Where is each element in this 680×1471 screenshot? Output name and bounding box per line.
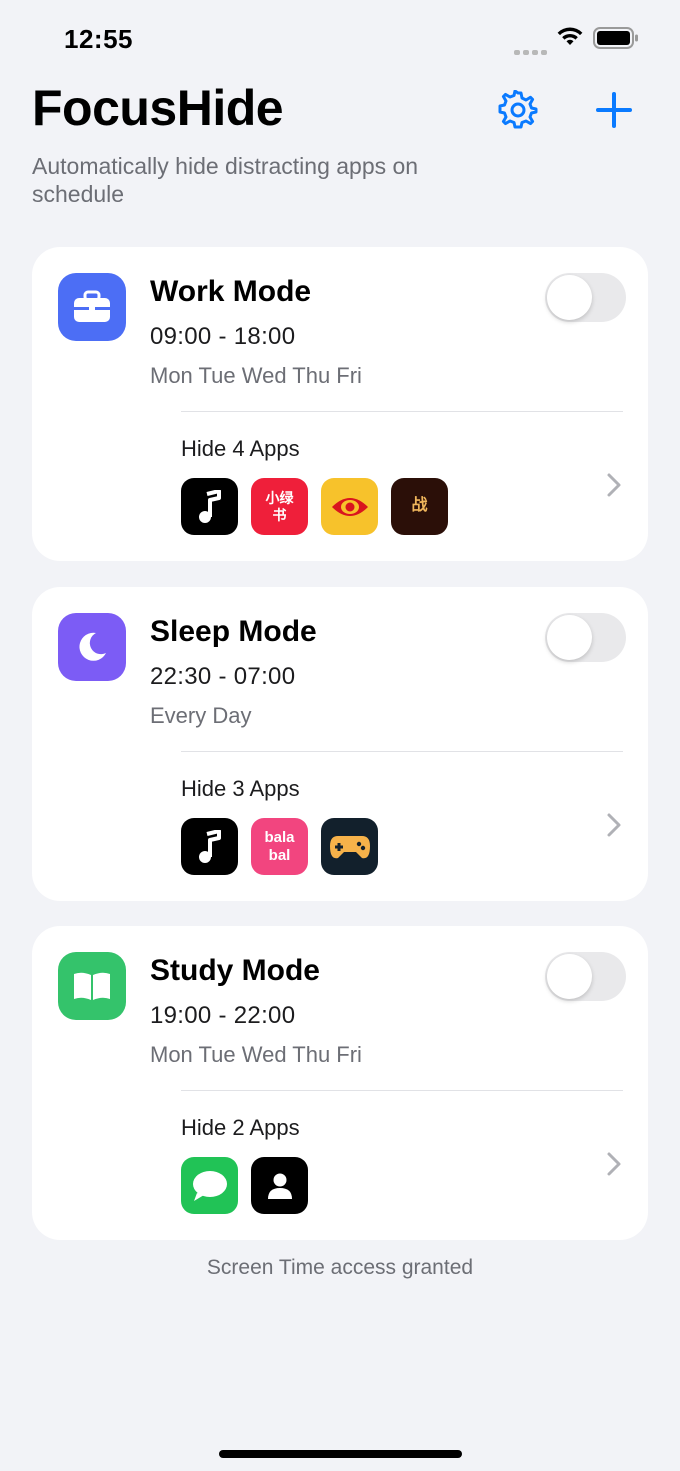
gamepad-icon bbox=[321, 818, 378, 875]
toggle-knob bbox=[547, 954, 592, 999]
moon-icon bbox=[58, 613, 126, 681]
status-time: 12:55 bbox=[64, 24, 133, 54]
app-title: FocusHide bbox=[32, 80, 284, 136]
plus-icon bbox=[596, 92, 632, 128]
mode-card-study: Study Mode 19:00 - 22:00 Mon Tue Wed Thu… bbox=[32, 926, 648, 1240]
music-note-icon bbox=[181, 478, 238, 535]
mode-name: Study Mode bbox=[150, 954, 320, 987]
zhan-icon: 战 bbox=[391, 478, 448, 535]
add-mode-button[interactable] bbox=[594, 90, 634, 130]
study-mode-hidden-apps-row[interactable]: Hide 2 Apps bbox=[32, 1091, 648, 1240]
hide-apps-label: Hide 4 Apps bbox=[181, 436, 300, 461]
gear-icon bbox=[498, 89, 538, 129]
wifi-icon bbox=[557, 27, 583, 45]
eye-icon bbox=[321, 478, 378, 535]
home-indicator[interactable] bbox=[219, 1450, 462, 1458]
mode-time: 09:00 - 18:00 bbox=[150, 323, 296, 350]
mode-days: Mon Tue Wed Thu Fri bbox=[150, 1042, 362, 1067]
work-mode-hidden-apps-row[interactable]: Hide 4 Apps 小绿书 战 bbox=[32, 412, 648, 561]
header: FocusHide bbox=[32, 78, 648, 138]
mode-time: 19:00 - 22:00 bbox=[150, 1002, 296, 1029]
chevron-right-icon bbox=[607, 473, 621, 497]
work-mode-toggle[interactable] bbox=[545, 273, 626, 322]
chevron-right-icon bbox=[607, 813, 621, 837]
mode-time: 22:30 - 07:00 bbox=[150, 663, 296, 690]
sleep-mode-toggle[interactable] bbox=[545, 613, 626, 662]
balabal-icon: bala bal bbox=[251, 818, 308, 875]
sleep-mode-hidden-apps-row[interactable]: Hide 3 Apps bala bal bbox=[32, 752, 648, 901]
mode-card-work: Work Mode 09:00 - 18:00 Mon Tue Wed Thu … bbox=[32, 247, 648, 561]
toggle-knob bbox=[547, 615, 592, 660]
message-bubble-icon bbox=[181, 1157, 238, 1214]
hide-apps-label: Hide 3 Apps bbox=[181, 776, 300, 801]
hide-apps-label: Hide 2 Apps bbox=[181, 1115, 300, 1140]
settings-button[interactable] bbox=[498, 89, 538, 130]
mode-days: Every Day bbox=[150, 703, 252, 728]
toggle-knob bbox=[547, 275, 592, 320]
cellular-signal-icon bbox=[514, 42, 550, 60]
chevron-right-icon bbox=[607, 1152, 621, 1176]
battery-icon bbox=[593, 27, 638, 49]
mode-days: Mon Tue Wed Thu Fri bbox=[150, 363, 362, 388]
contact-person-icon bbox=[251, 1157, 308, 1214]
book-icon bbox=[58, 952, 126, 1020]
app-icons bbox=[181, 1157, 321, 1214]
mode-name: Sleep Mode bbox=[150, 615, 317, 648]
app-icons: 小绿书 战 bbox=[181, 478, 461, 535]
xiaolvshu-icon: 小绿书 bbox=[251, 478, 308, 535]
study-mode-toggle[interactable] bbox=[545, 952, 626, 1001]
music-note-icon bbox=[181, 818, 238, 875]
app-subtitle: Automatically hide distracting apps on s… bbox=[32, 153, 419, 207]
app-icons: bala bal bbox=[181, 818, 391, 875]
screen-time-status: Screen Time access granted bbox=[206, 1256, 474, 1279]
mode-card-sleep: Sleep Mode 22:30 - 07:00 Every Day Hide … bbox=[32, 587, 648, 901]
status-bar: 12:55 bbox=[0, 0, 680, 80]
briefcase-icon bbox=[58, 273, 126, 341]
mode-name: Work Mode bbox=[150, 275, 312, 308]
